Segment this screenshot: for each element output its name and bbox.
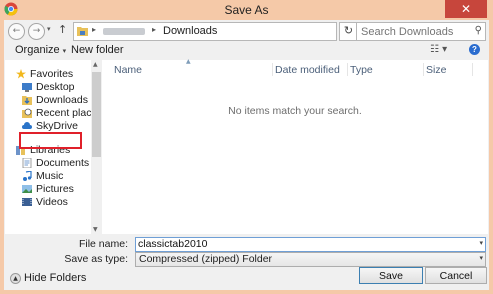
pictures-icon (22, 185, 32, 193)
address-bar[interactable]: ▸ ▸ Downloads ▾ (73, 22, 396, 41)
file-name-label: File name: (78, 238, 128, 250)
tree-label: SkyDrive (36, 120, 79, 132)
save-button[interactable]: Save (359, 267, 423, 284)
column-divider[interactable] (472, 63, 473, 76)
up-button[interactable]: ↑ (58, 23, 67, 36)
videos-icon (22, 198, 32, 206)
navigation-bar: ← → ▾ ↑ ▸ ▸ Downloads ▾ ↻ ⚲ (4, 20, 489, 42)
column-header-name[interactable]: Name (114, 64, 142, 76)
column-header-date-modified[interactable]: Date modified (275, 64, 340, 76)
tree-label: Downloads (36, 94, 88, 106)
downloads-folder-icon (22, 96, 32, 105)
redacted-user-segment[interactable] (103, 28, 145, 35)
organize-button[interactable]: Organize ▾ (15, 44, 66, 56)
tree-label: Documents (36, 157, 90, 169)
column-header-size[interactable]: Size (426, 64, 446, 76)
search-box[interactable]: ⚲ (356, 22, 486, 41)
help-icon[interactable]: ? (469, 44, 480, 55)
new-folder-button[interactable]: New folder (71, 44, 124, 56)
empty-message: No items match your search. (228, 105, 362, 117)
views-icon[interactable]: ☷ ▾ (430, 44, 447, 55)
address-current-folder[interactable]: Downloads (163, 25, 217, 37)
collapse-icon: ▲ (10, 272, 21, 284)
save-form: File name: ▾ Save as type: Compressed (z… (4, 234, 489, 267)
search-input[interactable] (357, 23, 469, 39)
scroll-down-icon[interactable]: ▼ (93, 226, 98, 233)
recent-locations-dropdown[interactable]: ▾ (47, 25, 51, 33)
file-name-combobox[interactable]: ▾ (135, 237, 486, 252)
forward-button[interactable]: → (28, 23, 45, 40)
desktop-icon (22, 83, 32, 92)
tree-label: Desktop (36, 81, 75, 93)
downloads-highlight-box (19, 132, 82, 149)
navigation-scrollbar[interactable]: ▲ ▼ (91, 60, 102, 234)
cancel-button[interactable]: Cancel (425, 267, 487, 284)
hide-folders-label: Hide Folders (24, 272, 87, 284)
scrollbar-thumb[interactable] (92, 72, 101, 157)
title-bar: Save As ✕ (0, 0, 493, 20)
folder-icon (77, 27, 88, 36)
back-button[interactable]: ← (8, 23, 25, 40)
chevron-down-icon: ▾ (62, 47, 67, 55)
search-icon[interactable]: ⚲ (475, 25, 482, 36)
column-divider[interactable] (272, 63, 273, 76)
column-divider[interactable] (347, 63, 348, 76)
file-name-input[interactable] (136, 238, 468, 250)
tree-label: Pictures (36, 183, 74, 195)
organize-label: Organize (15, 44, 60, 56)
tree-label: Videos (36, 196, 68, 208)
dialog-frame: ← → ▾ ↑ ▸ ▸ Downloads ▾ ↻ ⚲ Organize▾ Ne… (4, 20, 489, 290)
column-header-type[interactable]: Type (350, 64, 373, 76)
close-button[interactable]: ✕ (445, 0, 487, 18)
dialog-footer: ▲ Hide Folders Save Cancel (4, 264, 489, 290)
navigation-pane: Favorites Desktop Downloads Recent place… (5, 60, 103, 234)
window-title: Save As (224, 3, 269, 17)
tree-label: Favorites (30, 68, 74, 80)
scroll-up-icon[interactable]: ▲ (93, 61, 98, 68)
cloud-icon (22, 122, 32, 129)
file-list[interactable]: Name ▲ Date modified Type Size No items … (102, 58, 488, 234)
sort-ascending-icon: ▲ (186, 58, 191, 65)
documents-icon (22, 158, 32, 168)
address-separator[interactable]: ▸ (92, 25, 96, 34)
tree-label: Music (36, 170, 64, 182)
star-icon (16, 69, 26, 79)
chevron-down-icon: ▾ (479, 254, 483, 262)
chevron-down-icon[interactable]: ▾ (479, 239, 483, 247)
column-divider[interactable] (423, 63, 424, 76)
recent-places-icon (22, 108, 32, 118)
hide-folders-button[interactable]: ▲ Hide Folders (10, 272, 86, 284)
address-separator[interactable]: ▸ (152, 25, 156, 34)
toolbar: Organize ▾ New folder ☷ ▾ ? (4, 42, 489, 60)
music-icon (23, 171, 32, 181)
